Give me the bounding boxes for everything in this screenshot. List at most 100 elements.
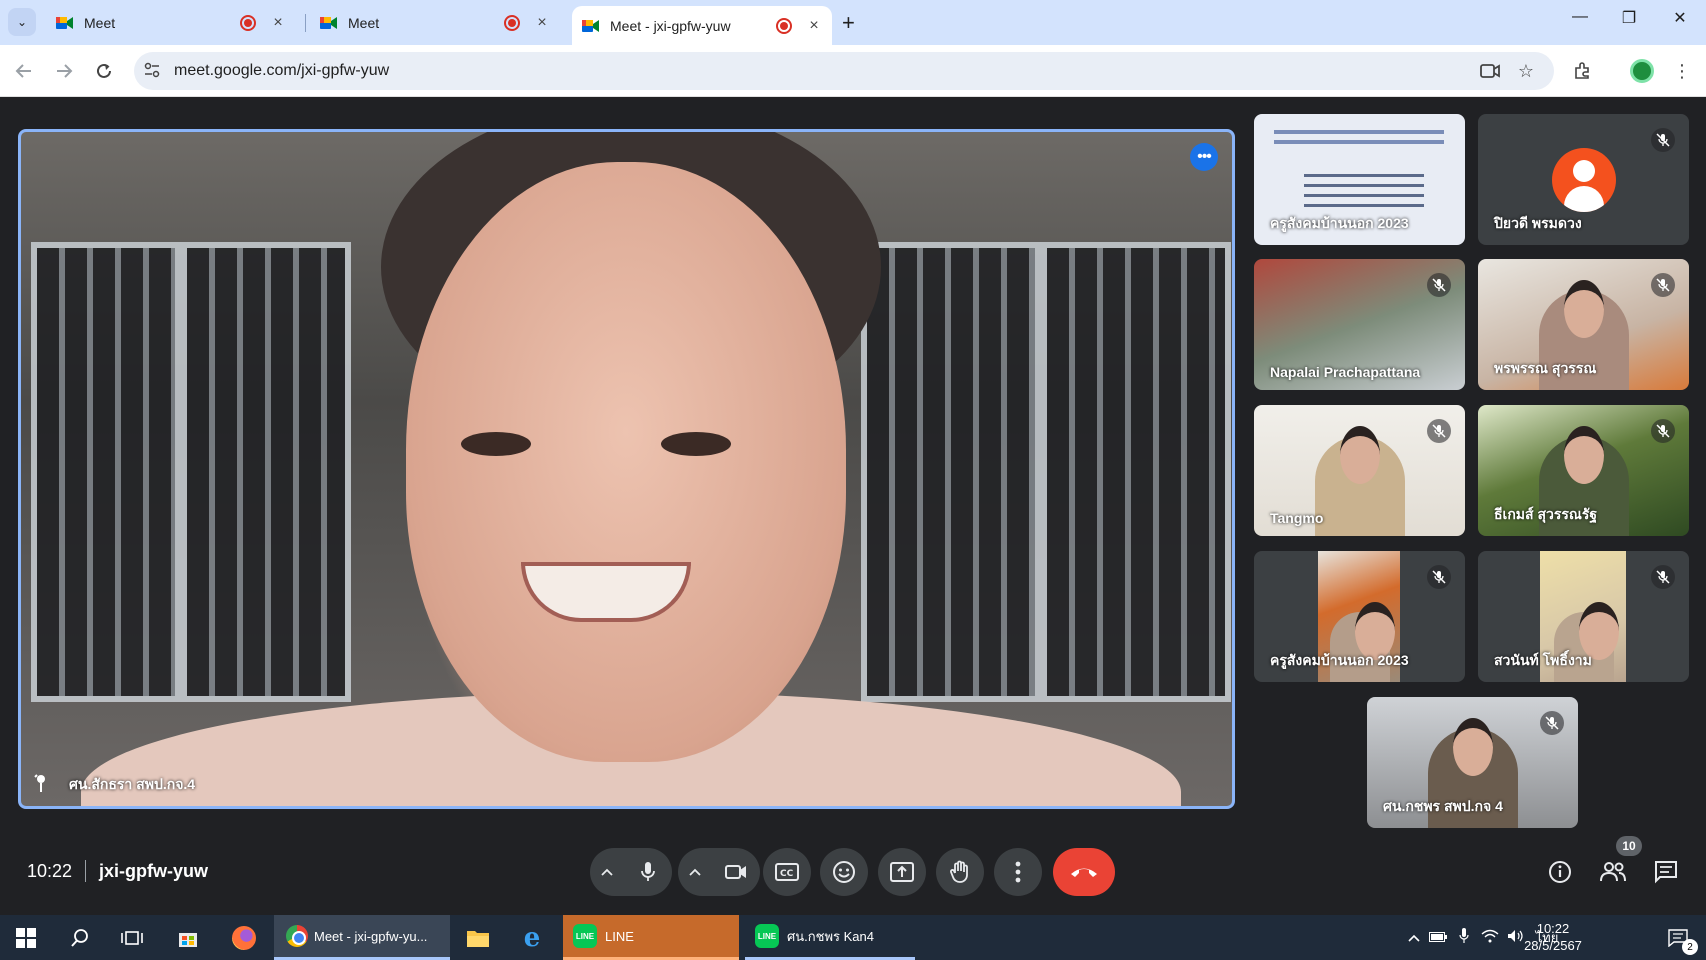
mic-off-icon	[1651, 273, 1675, 297]
back-button[interactable]	[10, 57, 38, 85]
participant-name: Napalai Prachapattana	[1270, 364, 1421, 380]
reload-icon	[97, 63, 111, 78]
recording-indicator-icon	[776, 17, 792, 34]
google-meet-icon	[56, 15, 74, 31]
participant-name: ศน.กชพร สพป.กจ 4	[1383, 798, 1503, 814]
taskbar-search-button[interactable]	[58, 915, 102, 960]
participant-tile-presentation[interactable]: ครูสังคมบ้านนอก 2023	[1254, 114, 1465, 245]
present-screen-button[interactable]	[878, 848, 926, 896]
file-explorer-button[interactable]	[456, 915, 500, 960]
participant-tile[interactable]: สวนันท์ โพธิ์งาม	[1478, 551, 1689, 682]
chat-button[interactable]	[1650, 856, 1682, 888]
tab-search-dropdown-icon[interactable]: ⌄	[8, 8, 36, 36]
edge-icon: e	[523, 922, 541, 953]
camera-in-use-icon[interactable]	[1476, 57, 1504, 85]
start-button[interactable]	[4, 915, 48, 960]
participant-tile[interactable]: ธีเกมส์ สุวรรณรัฐ	[1478, 405, 1689, 536]
participant-tile[interactable]: ศน.กชพร สพป.กจ 4	[1367, 697, 1578, 828]
taskbar-line-chat[interactable]: LINE ศน.กชพร Kan4	[745, 915, 915, 960]
closed-captions-icon: CC	[775, 863, 799, 881]
participant-tile[interactable]: Tangmo	[1254, 405, 1465, 536]
taskbar-clock[interactable]: 10:22 28/5/2567	[1513, 920, 1593, 954]
participant-tile[interactable]: พรพรรณ สุวรรณ	[1478, 259, 1689, 390]
profile-avatar[interactable]	[1628, 57, 1656, 85]
tab-meet-1[interactable]: Meet ×	[46, 6, 296, 39]
site-info-icon[interactable]	[134, 62, 170, 81]
camera-button[interactable]	[712, 848, 760, 896]
more-options-button[interactable]	[994, 848, 1042, 896]
taskbar-chrome-meet[interactable]: Meet - jxi-gpfw-yu...	[274, 915, 450, 960]
firefox-app-button[interactable]	[222, 915, 266, 960]
taskbar-line-app[interactable]: LINE LINE	[563, 915, 739, 960]
mic-off-icon	[1651, 419, 1675, 443]
store-app-button[interactable]	[166, 915, 210, 960]
participant-name: Tangmo	[1270, 510, 1324, 526]
participant-avatar	[1552, 148, 1616, 212]
speaker-eye	[461, 432, 531, 456]
browser-menu-icon[interactable]: ⋮	[1668, 57, 1696, 85]
back-arrow-icon	[15, 64, 31, 78]
video-settings-chevron-icon[interactable]	[678, 848, 712, 896]
mic-off-icon	[1651, 128, 1675, 152]
captions-button[interactable]: CC	[763, 848, 811, 896]
main-speaker-video[interactable]: ••• ศน.สักธรา สพป.กจ.4	[18, 129, 1235, 809]
battery-icon[interactable]	[1425, 930, 1451, 945]
recording-indicator-icon	[504, 14, 520, 31]
tab-title: Meet	[84, 14, 116, 31]
google-meet-icon	[320, 15, 338, 31]
participant-name: ปิยวดี พรมดวง	[1494, 215, 1582, 231]
microphone-tray-icon[interactable]	[1451, 928, 1477, 947]
browser-tabstrip: ⌄ Meet × Meet × Meet - jxi-gpfw-yuw × + …	[0, 0, 1706, 45]
camera-control	[678, 848, 760, 896]
close-tab-icon[interactable]: ×	[806, 17, 822, 35]
participant-tile[interactable]: Napalai Prachapattana	[1254, 259, 1465, 390]
people-icon	[1600, 862, 1626, 882]
close-tab-icon[interactable]: ×	[534, 14, 550, 32]
mic-off-icon	[1651, 565, 1675, 589]
tile-more-options-button[interactable]: •••	[1190, 143, 1218, 171]
taskbar-line-chat-label: ศน.กชพร Kan4	[787, 928, 874, 944]
raise-hand-button[interactable]	[936, 848, 984, 896]
meeting-code: jxi-gpfw-yuw	[99, 860, 209, 881]
close-tab-icon[interactable]: ×	[270, 14, 286, 32]
speaker-eye	[661, 432, 731, 456]
microphone-icon	[641, 862, 655, 881]
meeting-time: 10:22	[27, 860, 73, 881]
tab-title: Meet	[348, 14, 380, 31]
wifi-icon[interactable]	[1477, 929, 1503, 946]
speaker-face	[406, 162, 846, 762]
meet-stage: ••• ศน.สักธรา สพป.กจ.4 ครูสังคมบ้านนอก 2…	[0, 97, 1706, 915]
participant-name: พรพรรณ สุวรรณ	[1494, 360, 1597, 376]
tab-meet-active[interactable]: Meet - jxi-gpfw-yuw ×	[572, 6, 832, 45]
pin-icon[interactable]	[33, 773, 49, 798]
clock-date: 28/5/2567	[1524, 938, 1582, 953]
close-window-button[interactable]: ✕	[1660, 8, 1700, 28]
microphone-button[interactable]	[624, 848, 672, 896]
new-tab-button[interactable]: +	[842, 10, 855, 36]
participant-name: ครูสังคมบ้านนอก 2023	[1270, 652, 1409, 668]
minimize-window-button[interactable]: —	[1560, 8, 1600, 26]
hang-up-icon	[1071, 868, 1097, 877]
chrome-icon	[286, 925, 308, 947]
forward-button[interactable]	[50, 57, 78, 85]
search-icon	[71, 928, 88, 947]
reactions-button[interactable]	[820, 848, 868, 896]
leave-call-button[interactable]	[1053, 848, 1115, 896]
edge-app-button[interactable]: e	[510, 915, 554, 960]
bookmark-star-icon[interactable]: ☆	[1512, 57, 1540, 85]
extensions-icon[interactable]	[1568, 57, 1596, 85]
windows-taskbar: Meet - jxi-gpfw-yu... e LINE LINE LINE ศ…	[0, 915, 1706, 960]
audio-settings-chevron-icon[interactable]	[590, 848, 624, 896]
tab-meet-2[interactable]: Meet ×	[310, 6, 560, 39]
meeting-details-button[interactable]	[1544, 856, 1576, 888]
people-button[interactable]	[1597, 856, 1629, 888]
task-view-button[interactable]	[110, 915, 154, 960]
participant-tile[interactable]: ปิยวดี พรมดวง	[1478, 114, 1689, 245]
reload-button[interactable]	[90, 57, 118, 85]
present-screen-icon	[890, 862, 914, 882]
show-hidden-icons-chevron-icon[interactable]	[1403, 930, 1425, 945]
address-bar[interactable]: meet.google.com/jxi-gpfw-yuw	[134, 52, 1554, 90]
restore-window-button[interactable]: ❐	[1609, 8, 1649, 28]
participant-tile[interactable]: ครูสังคมบ้านนอก 2023	[1254, 551, 1465, 682]
mic-off-icon	[1427, 273, 1451, 297]
